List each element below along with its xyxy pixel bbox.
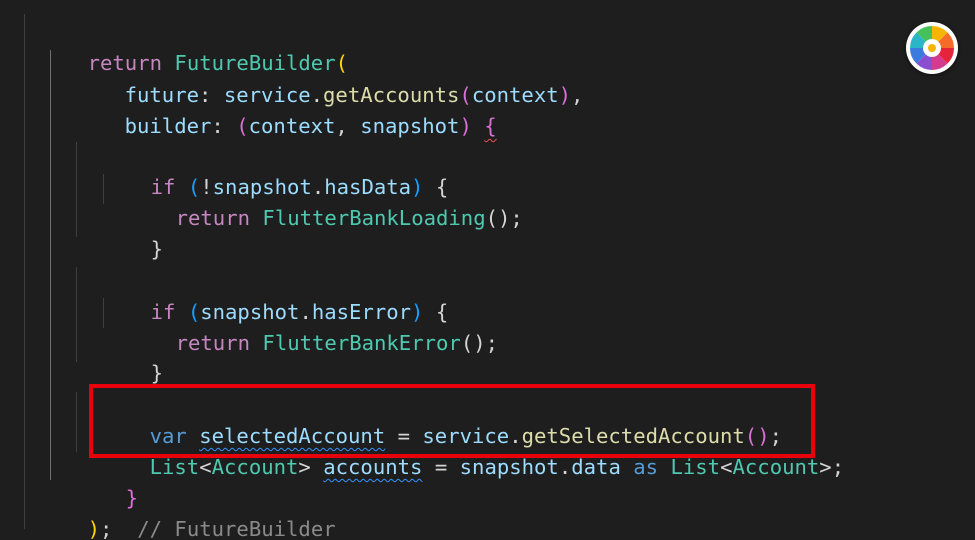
operator: = (422, 455, 460, 479)
indent-guide (50, 50, 51, 480)
keyword-return: return (175, 206, 251, 230)
type-name: Account (732, 455, 820, 479)
highlight-box (89, 384, 815, 458)
argument: context (248, 114, 336, 138)
comment: // FutureBuilder (137, 517, 336, 540)
punctuation: , (335, 114, 361, 138)
keyword-return: return (175, 331, 251, 355)
semicolon: ; (510, 206, 523, 230)
brace-error[interactable]: { (484, 114, 496, 138)
semicolon: ; (100, 517, 113, 540)
code-line-2[interactable]: future: service.getAccounts(context), (75, 50, 584, 107)
param-name: builder (124, 114, 212, 138)
object-name: snapshot (459, 455, 559, 479)
code-line-13[interactable]: ); // FutureBuilder (38, 484, 336, 540)
punctuation: , (571, 83, 584, 107)
punctuation: > (819, 455, 832, 479)
indent-guide (24, 14, 25, 529)
punctuation: > (298, 455, 311, 479)
punctuation: . (558, 455, 572, 479)
variable-accounts[interactable]: accounts (323, 455, 422, 479)
property-name: data (571, 455, 621, 479)
class-name: FlutterBankLoading (262, 206, 486, 230)
indent-guide (76, 392, 77, 452)
type-name: Account (211, 455, 299, 479)
call-parens: () (485, 206, 511, 230)
code-line-6[interactable]: } (101, 204, 163, 261)
paren: ) (558, 83, 572, 107)
code-editor[interactable]: return FutureBuilder( future: service.ge… (0, 0, 975, 540)
punctuation: < (720, 455, 733, 479)
semicolon: ; (831, 455, 845, 479)
brace: } (150, 237, 164, 261)
paren: ( (236, 114, 249, 138)
color-wheel-icon[interactable] (906, 22, 958, 74)
keyword-as: as (633, 455, 659, 479)
code-line-8[interactable]: return FlutterBankError(); (126, 298, 498, 355)
paren: ) (87, 517, 101, 540)
punctuation: : (211, 114, 237, 138)
call-parens: () (460, 331, 486, 355)
class-name: FlutterBankError (262, 331, 461, 355)
punctuation: < (199, 455, 212, 479)
code-line-4[interactable]: if (!snapshot.hasData) { (101, 142, 449, 199)
color-wheel-graphic (910, 25, 954, 70)
type-name: List (149, 455, 200, 479)
semicolon: ; (485, 331, 499, 355)
brace: } (150, 361, 164, 385)
paren: ) (459, 114, 472, 138)
argument: snapshot (360, 114, 460, 138)
indent-guide (76, 267, 77, 362)
code-line-3[interactable]: builder: (context, snapshot) { (75, 81, 497, 138)
type-name: List (670, 455, 721, 479)
code-line-9[interactable]: } (101, 328, 163, 385)
code-line-1[interactable]: return FutureBuilder( (38, 18, 348, 75)
code-line-7[interactable]: if (snapshot.hasError) { (101, 267, 449, 324)
code-line-5[interactable]: return FlutterBankLoading(); (126, 173, 523, 230)
